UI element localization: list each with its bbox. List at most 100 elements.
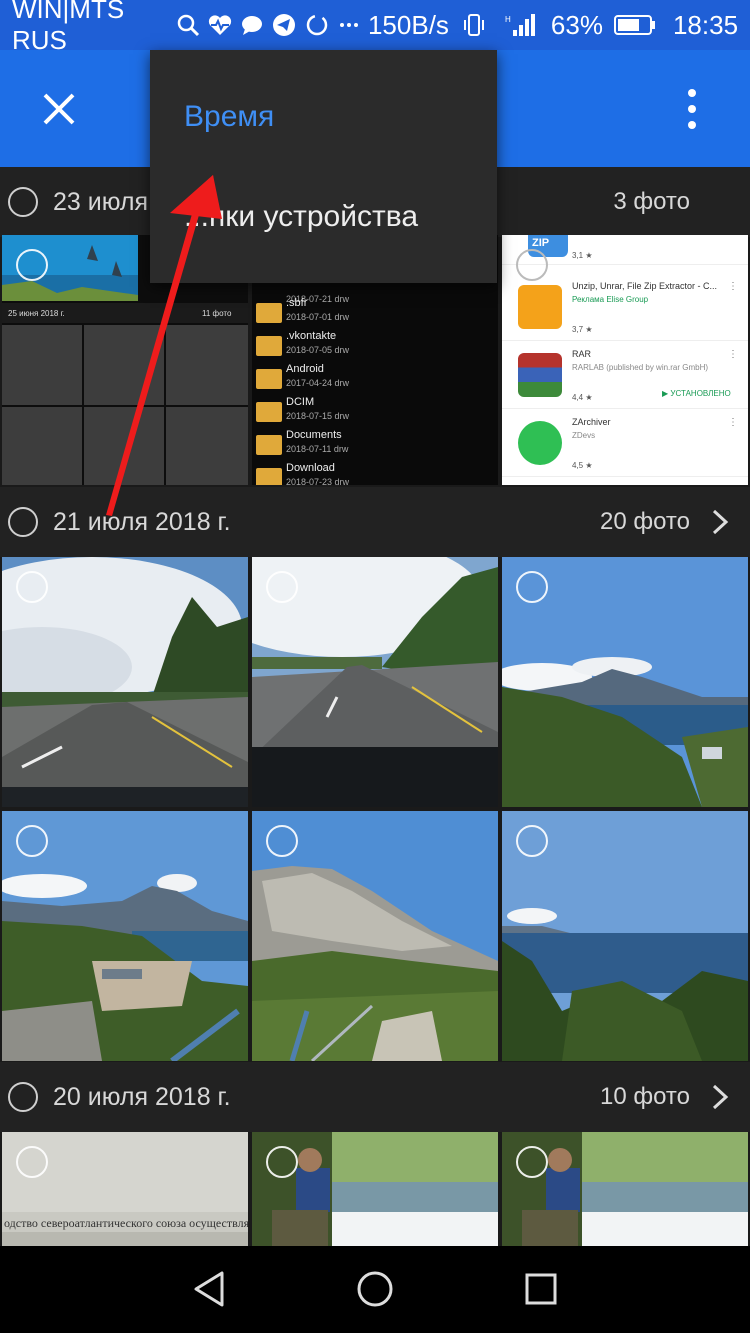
file-row: .sbfr 2018-07-01 drw	[252, 297, 498, 330]
folder-icon	[256, 402, 282, 422]
group-date: 20 июля 2018 г.	[53, 1082, 231, 1111]
photo-thumbnail[interactable]	[502, 811, 748, 1061]
file-name: Android	[286, 363, 324, 375]
navigation-bar	[0, 1246, 750, 1333]
photo-select-radio[interactable]	[16, 571, 48, 603]
zarchiver-app-icon	[518, 421, 562, 465]
file-date: 2018-07-11 drw	[286, 444, 349, 454]
app-developer: RARLAB (published by win.rar GmbH)	[572, 363, 709, 372]
folder-icon	[256, 303, 282, 323]
clock: 18:35	[672, 9, 739, 40]
photo-thumbnail[interactable]	[2, 557, 248, 807]
more-vert-dot	[688, 121, 696, 129]
file-row: Documents 2018-07-11 drw	[252, 429, 498, 462]
photo-thumbnail[interactable]	[252, 557, 498, 807]
app-list-item: Unzip, Unrar, File Zip Extractor - C... …	[502, 275, 748, 341]
installed-badge: ▶ УСТАНОВЛЕНО	[662, 389, 731, 398]
group-header[interactable]: 21 июля 2018 г. 20 фото	[0, 487, 750, 557]
photo-select-radio[interactable]	[266, 571, 298, 603]
photo-select-radio[interactable]	[266, 1146, 298, 1178]
app-rating: 3,1 ★	[572, 251, 593, 260]
photo-select-radio[interactable]	[16, 1146, 48, 1178]
app-title: ZArchiver	[572, 417, 611, 427]
photo-select-radio[interactable]	[266, 825, 298, 857]
photo-select-radio[interactable]	[16, 825, 48, 857]
photo-thumbnail[interactable]	[502, 1132, 748, 1246]
file-row: Download 2018-07-23 drw	[252, 462, 498, 485]
recents-icon	[525, 1273, 557, 1305]
vibrate-icon	[459, 10, 489, 40]
app-title: Unzip, Unrar, File Zip Extractor - C...	[572, 281, 718, 291]
screen: WIN|MTS RUS 150B/s H 63% 18:35 Время ...…	[0, 0, 750, 1333]
photo-thumbnail[interactable]	[502, 557, 748, 807]
photo-thumbnail[interactable]	[252, 1132, 498, 1246]
photo-select-radio[interactable]	[516, 249, 548, 281]
folder-icon	[256, 336, 282, 356]
group-count: 10 фото	[600, 1083, 690, 1110]
back-button[interactable]	[184, 1264, 234, 1314]
health-icon	[207, 10, 233, 40]
group-date: 21 июля 2018 г.	[53, 507, 231, 536]
option-time[interactable]: Время	[184, 100, 274, 134]
chevron-right-icon[interactable]	[708, 507, 732, 537]
file-date: 2017-04-24 drw	[286, 378, 350, 388]
file-date: 2018-07-15 drw	[286, 411, 350, 421]
photo-thumbnail[interactable]: одство североатлантического союза осущес…	[2, 1132, 248, 1246]
signal-icon: H	[505, 10, 535, 40]
app-more-icon: ⋮	[728, 281, 738, 292]
photo-select-radio[interactable]	[516, 825, 548, 857]
more-notifications-icon	[336, 10, 362, 40]
app-more-icon: ⋮	[728, 349, 738, 360]
app-rating: 3,7 ★	[572, 325, 593, 334]
screenshot-count: 11 фото	[202, 309, 232, 318]
close-button[interactable]	[30, 80, 88, 138]
carrier-name: WIN|MTS RUS	[12, 0, 125, 55]
photo-select-radio[interactable]	[516, 1146, 548, 1178]
group-select-radio[interactable]	[8, 187, 38, 217]
app-more-icon: ⋮	[728, 417, 738, 428]
chat-icon	[239, 10, 265, 40]
file-name: .sbfr	[286, 297, 308, 309]
photo-select-radio[interactable]	[16, 249, 48, 281]
app-rating: 4,4 ★	[572, 393, 593, 402]
network-speed: 150B/s	[367, 9, 449, 40]
folder-icon	[256, 435, 282, 455]
unzip-app-icon	[518, 285, 562, 329]
file-date: 2018-07-01 drw	[286, 312, 350, 322]
group-count: 20 фото	[600, 508, 690, 535]
recents-button[interactable]	[516, 1264, 566, 1314]
file-name: DCIM	[286, 396, 315, 408]
photo-thumbnail[interactable]: ZIP 3,1 ★ Unzip, Unrar, File Zip Extract…	[502, 235, 748, 485]
group-header[interactable]: 20 июля 2018 г. 10 фото	[0, 1062, 750, 1132]
sync-icon	[303, 10, 329, 40]
battery-icon	[613, 10, 657, 40]
photo-thumbnail[interactable]	[252, 811, 498, 1061]
group-select-radio[interactable]	[8, 507, 38, 537]
file-name: .vkontakte	[286, 330, 337, 342]
file-row: Android 2017-04-24 drw	[252, 363, 498, 396]
home-button[interactable]	[350, 1264, 400, 1314]
file-date: 2018-07-23 drw	[286, 477, 350, 485]
chevron-right-icon[interactable]	[708, 1082, 732, 1112]
group-count: 3 фото	[613, 188, 690, 215]
group-select-radio[interactable]	[8, 1082, 38, 1112]
app-title: RAR	[572, 349, 592, 359]
photo-select-radio[interactable]	[516, 571, 548, 603]
back-icon	[194, 1271, 224, 1307]
rar-app-icon	[518, 353, 562, 397]
folder-icon	[256, 369, 282, 389]
more-options-button[interactable]	[672, 80, 712, 138]
app-rating: 4,5 ★	[572, 461, 593, 470]
file-row: DCIM 2018-07-15 drw	[252, 396, 498, 429]
app-developer: ZDevs	[572, 431, 596, 440]
file-date: 2018-07-05 drw	[286, 345, 350, 355]
search-icon	[174, 10, 200, 40]
status-right: 150B/s H 63% 18:35	[368, 10, 738, 41]
app-list-item: RAR RARLAB (published by win.rar GmbH) 4…	[502, 343, 748, 409]
option-device-folders[interactable]: ...пки устройства	[184, 200, 418, 234]
app-developer: Реклама Elise Group	[572, 295, 649, 304]
photo-thumbnail[interactable]	[2, 811, 248, 1061]
battery-percent: 63%	[550, 9, 603, 40]
file-row: .vkontakte 2018-07-05 drw	[252, 330, 498, 363]
zip-label: ZIP	[532, 237, 550, 249]
